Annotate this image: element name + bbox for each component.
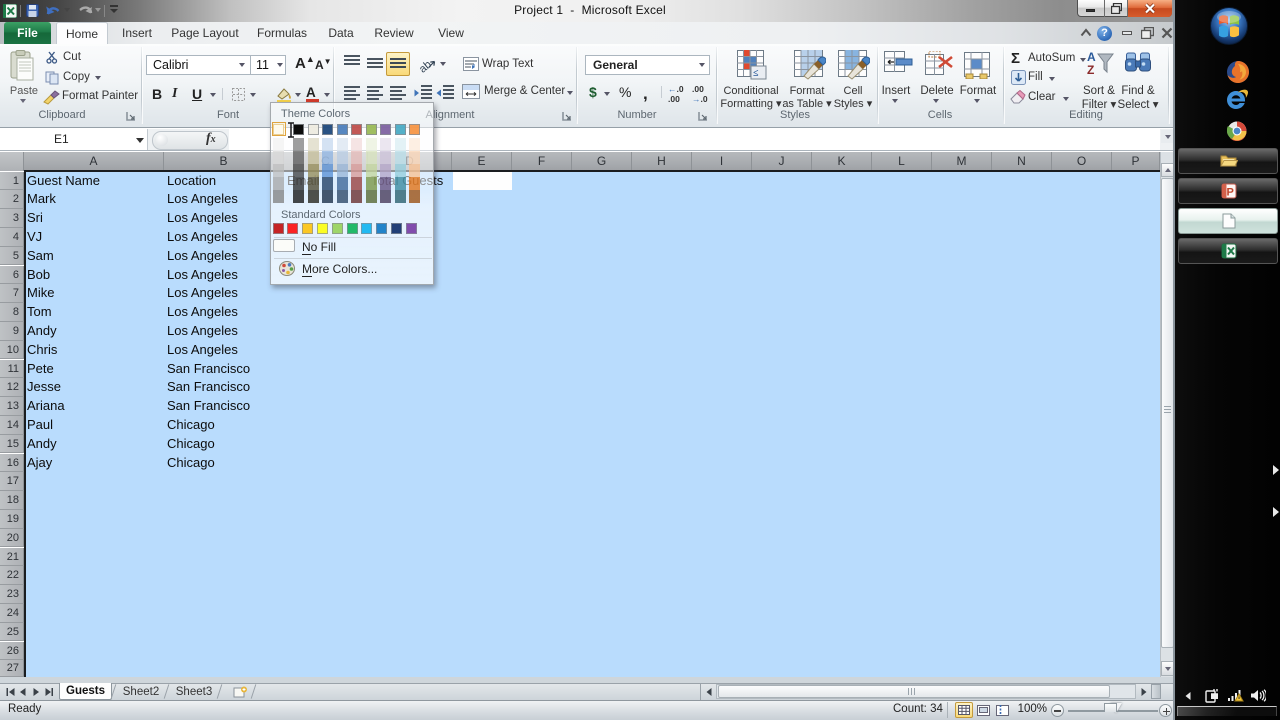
svg-text:ab: ab	[417, 59, 434, 74]
svg-text:P: P	[1227, 187, 1234, 199]
svg-text:≤: ≤	[753, 68, 759, 79]
svg-text:A: A	[1087, 50, 1096, 64]
svg-text:Z: Z	[1087, 63, 1094, 77]
